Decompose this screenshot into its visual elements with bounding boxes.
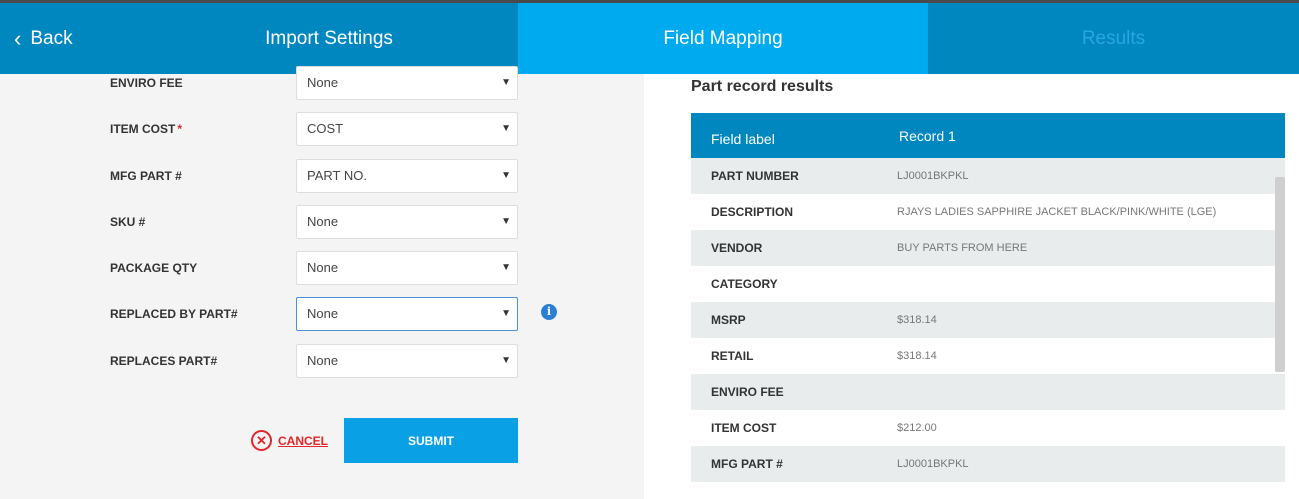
item-cost-select[interactable]: COST ▼ (296, 112, 518, 146)
tab-field-mapping-label: Field Mapping (663, 27, 783, 49)
tab-results[interactable]: Results (928, 3, 1299, 74)
table-row: MFG PART # LJ0001BKPKL (691, 446, 1285, 482)
back-button[interactable]: ‹ Back (0, 3, 100, 74)
mapping-row-sku: SKU # None ▼ (0, 205, 644, 239)
close-circle-icon: ✕ (251, 430, 272, 451)
table-row: CATEGORY (691, 266, 1285, 302)
mapping-label: REPLACES PART# (110, 354, 218, 368)
sku-select[interactable]: None ▼ (296, 205, 518, 239)
mapping-label: SKU # (110, 215, 146, 229)
results-table: Field label Record 1 PART NUMBER LJ0001B… (691, 113, 1285, 482)
row-field: ENVIRO FEE (711, 385, 784, 399)
tab-import-settings[interactable]: Import Settings (140, 3, 518, 74)
cancel-button[interactable]: ✕ CANCEL (251, 430, 328, 451)
row-value: $318.14 (897, 350, 937, 362)
header-record-1: Record 1 (899, 128, 956, 144)
row-field: RETAIL (711, 349, 754, 363)
mapping-label: MFG PART # (110, 169, 182, 183)
select-value: None (307, 260, 339, 275)
required-marker: * (177, 122, 183, 136)
submit-button[interactable]: SUBMIT (344, 418, 518, 463)
table-row: RETAIL $318.14 (691, 338, 1285, 374)
select-value: COST (307, 121, 344, 136)
caret-down-icon: ▼ (501, 216, 511, 227)
wizard-header: ‹ Back Import Settings Field Mapping Res… (0, 0, 1299, 74)
tab-import-settings-label: Import Settings (265, 27, 393, 49)
results-scrollbar[interactable] (1275, 177, 1285, 372)
select-value: None (307, 214, 339, 229)
table-row: MSRP $318.14 (691, 302, 1285, 338)
package-qty-select[interactable]: None ▼ (296, 251, 518, 285)
row-field: MFG PART # (711, 457, 783, 471)
replaces-part-select[interactable]: None ▼ (296, 344, 518, 378)
cancel-label: CANCEL (278, 433, 328, 448)
table-row: PART NUMBER LJ0001BKPKL (691, 158, 1285, 194)
table-row: DESCRIPTION RJAYS LADIES SAPPHIRE JACKET… (691, 194, 1285, 230)
row-value: RJAYS LADIES SAPPHIRE JACKET BLACK/PINK/… (897, 206, 1217, 218)
caret-down-icon: ▼ (501, 77, 511, 88)
tab-results-label: Results (1081, 27, 1146, 49)
row-field: PART NUMBER (711, 169, 799, 183)
mapping-label: ENVIRO FEE (110, 76, 183, 90)
mapping-label: ITEM COST * (110, 112, 182, 146)
chevron-left-icon: ‹ (14, 25, 22, 51)
mapping-label-text: ITEM COST (110, 122, 176, 136)
row-value: BUY PARTS FROM HERE (897, 242, 1028, 254)
row-value: LJ0001BKPKL (897, 170, 969, 182)
row-field: DESCRIPTION (711, 205, 794, 219)
mapping-row-enviro-fee: ENVIRO FEE None ▼ (0, 66, 644, 100)
caret-down-icon: ▼ (501, 262, 511, 273)
row-field: MSRP (711, 313, 746, 327)
enviro-fee-select[interactable]: None ▼ (296, 66, 518, 100)
info-icon[interactable]: i (541, 304, 557, 320)
header-field-label: Field label (711, 131, 775, 147)
table-row: ITEM COST $212.00 (691, 410, 1285, 446)
mapping-label: PACKAGE QTY (110, 261, 198, 275)
row-field: ITEM COST (711, 421, 777, 435)
select-value: None (307, 306, 339, 321)
row-value: $318.14 (897, 314, 937, 326)
caret-down-icon: ▼ (501, 123, 511, 134)
back-label: Back (30, 27, 73, 49)
mapping-row-mfg-part: MFG PART # PART NO. ▼ (0, 159, 644, 193)
row-value: $212.00 (897, 422, 937, 434)
row-field: CATEGORY (711, 277, 778, 291)
mfg-part-select[interactable]: PART NO. ▼ (296, 159, 518, 193)
select-value: None (307, 75, 339, 90)
row-value: LJ0001BKPKL (897, 458, 969, 470)
select-value: PART NO. (307, 168, 367, 183)
caret-down-icon: ▼ (501, 308, 511, 319)
mapping-label: REPLACED BY PART# (110, 307, 238, 321)
table-row: VENDOR BUY PARTS FROM HERE (691, 230, 1285, 266)
replaced-by-part-select[interactable]: None ▼ (296, 297, 518, 331)
results-table-header: Field label Record 1 (691, 113, 1285, 158)
caret-down-icon: ▼ (501, 170, 511, 181)
mapping-row-item-cost: ITEM COST * COST ▼ (0, 112, 644, 146)
row-field: VENDOR (711, 241, 763, 255)
select-value: None (307, 353, 339, 368)
tab-field-mapping[interactable]: Field Mapping (518, 3, 928, 74)
caret-down-icon: ▼ (501, 355, 511, 366)
results-title: Part record results (691, 78, 834, 95)
table-row: ENVIRO FEE (691, 374, 1285, 410)
mapping-row-replaces: REPLACES PART# None ▼ (0, 344, 644, 378)
mapping-row-package-qty: PACKAGE QTY None ▼ (0, 251, 644, 285)
